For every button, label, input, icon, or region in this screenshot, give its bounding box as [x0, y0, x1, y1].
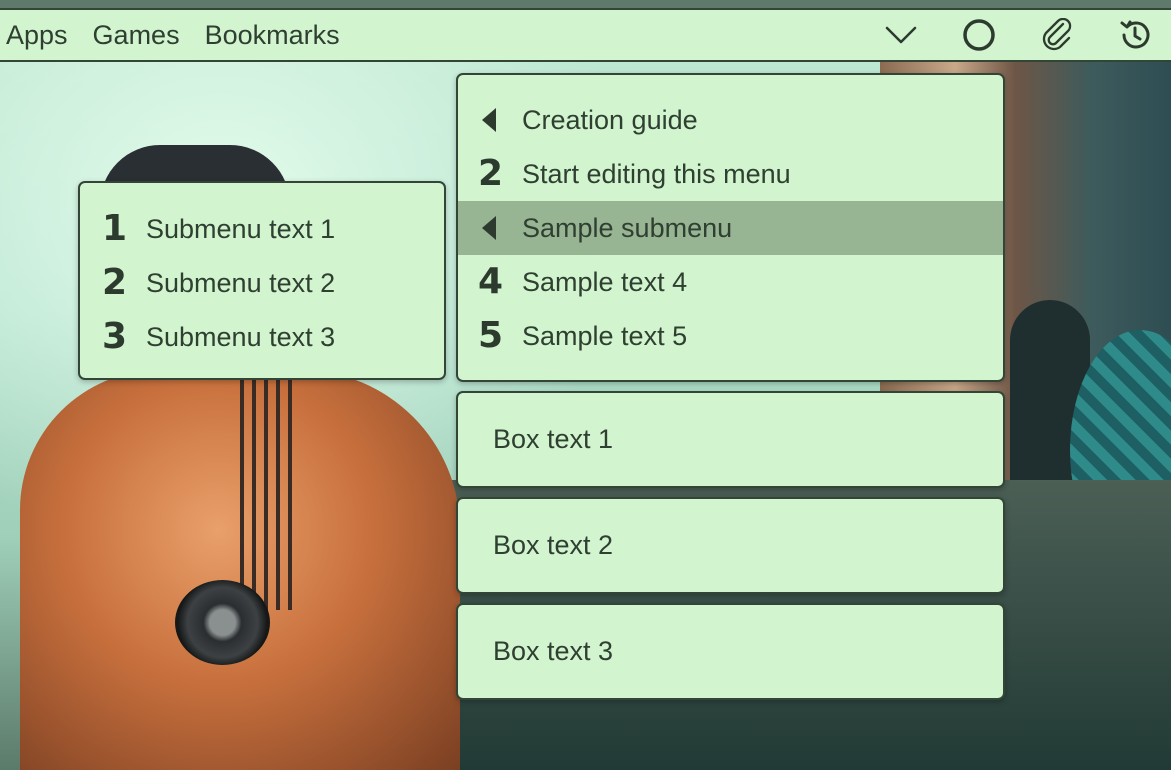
- suit-port: [175, 580, 270, 665]
- suit-straps: [240, 380, 300, 610]
- menu-bookmarks[interactable]: Bookmarks: [205, 20, 340, 51]
- number-2-icon: 2: [478, 153, 504, 194]
- submenu-item-1[interactable]: 1 Submenu text 1: [80, 202, 444, 256]
- submenu-arrow-icon: [478, 108, 522, 132]
- number-3-icon: 3: [102, 316, 128, 357]
- chevron-down-icon[interactable]: [881, 15, 921, 55]
- submenu-arrow-icon: [478, 216, 522, 240]
- submenu-item-label: Submenu text 2: [146, 267, 336, 298]
- menu-item-creation-guide[interactable]: Creation guide: [458, 93, 1003, 147]
- number-2-icon: 2: [102, 262, 128, 303]
- menu-item-label: Start editing this menu: [522, 158, 791, 189]
- topbar-strip: [0, 0, 1171, 8]
- box-2[interactable]: Box text 2: [456, 497, 1005, 594]
- number-5-icon: 5: [478, 315, 504, 356]
- menu-item-sample-text-4[interactable]: 4 Sample text 4: [458, 255, 1003, 309]
- box-3[interactable]: Box text 3: [456, 603, 1005, 700]
- number-4-icon: 4: [478, 261, 504, 302]
- history-icon[interactable]: [1115, 15, 1155, 55]
- menu-item-start-editing[interactable]: 2 Start editing this menu: [458, 147, 1003, 201]
- menu-games[interactable]: Games: [93, 20, 180, 51]
- submenu-item-3[interactable]: 3 Submenu text 3: [80, 310, 444, 364]
- dropdown-menu: Creation guide 2 Start editing this menu…: [456, 73, 1005, 382]
- menu-item-label: Sample text 4: [522, 266, 688, 297]
- submenu-item-label: Submenu text 1: [146, 213, 336, 244]
- menu-apps[interactable]: Apps: [6, 20, 68, 51]
- submenu-item-label: Submenu text 3: [146, 321, 336, 352]
- box-1[interactable]: Box text 1: [456, 391, 1005, 488]
- menu-item-sample-submenu[interactable]: Sample submenu: [458, 201, 1003, 255]
- topbar-icon-group: [881, 10, 1171, 60]
- submenu-panel: 1 Submenu text 1 2 Submenu text 2 3 Subm…: [78, 181, 446, 380]
- menu-item-label: Sample text 5: [522, 320, 688, 351]
- menu-item-sample-text-5[interactable]: 5 Sample text 5: [458, 309, 1003, 363]
- paperclip-icon[interactable]: [1037, 15, 1077, 55]
- menu-item-label: Creation guide: [522, 104, 698, 135]
- number-1-icon: 1: [102, 208, 128, 249]
- menu-item-label: Sample submenu: [522, 212, 733, 243]
- circle-icon[interactable]: [959, 15, 999, 55]
- top-menu-bar: Apps Games Bookmarks: [0, 8, 1171, 62]
- submenu-item-2[interactable]: 2 Submenu text 2: [80, 256, 444, 310]
